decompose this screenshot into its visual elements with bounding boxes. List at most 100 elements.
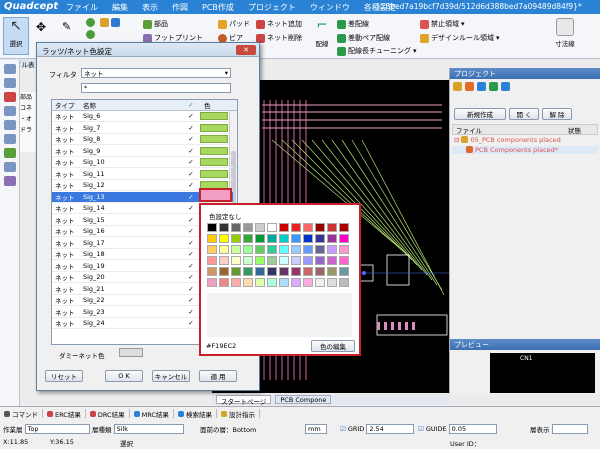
row-color-swatch[interactable] <box>200 112 228 120</box>
color-swatch[interactable] <box>291 245 301 254</box>
color-swatch[interactable] <box>327 245 337 254</box>
color-swatch[interactable] <box>267 223 277 232</box>
color-swatch[interactable] <box>255 245 265 254</box>
color-swatch[interactable] <box>327 278 337 287</box>
project-file-item[interactable]: PCB Components placed* <box>452 146 598 154</box>
row-check-icon[interactable]: ✓ <box>184 158 198 166</box>
color-swatch[interactable] <box>267 278 277 287</box>
row-check-icon[interactable]: ✓ <box>184 204 198 212</box>
color-swatch[interactable] <box>291 256 301 265</box>
net-add-button[interactable]: ネット追加 <box>256 19 302 29</box>
dummy-net-color[interactable] <box>119 348 143 357</box>
color-swatch[interactable] <box>231 245 241 254</box>
row-check-icon[interactable]: ✓ <box>184 124 198 132</box>
parts-button[interactable]: 部品 <box>143 19 168 29</box>
menu-file[interactable]: ファイル <box>66 2 98 13</box>
tab-command[interactable]: コマンド <box>0 409 43 419</box>
release-button[interactable]: 解 除 <box>542 108 572 120</box>
color-swatch[interactable] <box>243 256 253 265</box>
guide-input[interactable]: 0.05 <box>448 424 497 434</box>
tool-icon[interactable] <box>3 64 16 74</box>
row-check-icon[interactable]: ✓ <box>184 170 198 178</box>
collapse-icon[interactable]: ⊟ <box>454 136 459 144</box>
row-check-icon[interactable]: ✓ <box>184 273 198 281</box>
row-check-icon[interactable]: ✓ <box>184 239 198 247</box>
color-swatch[interactable] <box>219 245 229 254</box>
color-swatch[interactable] <box>243 223 253 232</box>
unit-select[interactable]: mm <box>305 424 327 434</box>
prohibit-area-button[interactable]: 禁止領域 ▾ <box>420 19 465 29</box>
row-color-swatch[interactable] <box>200 169 228 178</box>
strip-parts[interactable]: 部品 <box>20 92 36 103</box>
color-swatch[interactable] <box>219 267 229 276</box>
selected-color-cell[interactable] <box>199 188 232 202</box>
color-swatch[interactable] <box>315 245 325 254</box>
color-swatch[interactable] <box>315 267 325 276</box>
row-color-swatch[interactable] <box>200 135 228 143</box>
tab-pcb[interactable]: PCB Compone <box>275 395 332 404</box>
color-swatch[interactable] <box>279 278 289 287</box>
color-swatch[interactable] <box>219 256 229 265</box>
edit-color-button[interactable]: 色の編集 <box>311 340 355 352</box>
color-swatch[interactable] <box>291 278 301 287</box>
project-icon[interactable] <box>501 82 510 91</box>
table-row[interactable]: ネット Sig_7 ✓ <box>52 123 233 134</box>
row-check-icon[interactable]: ✓ <box>184 250 198 258</box>
table-row[interactable]: ネット Sig_9 ✓ <box>52 146 233 157</box>
color-swatch[interactable] <box>279 256 289 265</box>
menu-view[interactable]: 表示 <box>142 2 158 13</box>
tab-search[interactable]: 検索結果 <box>174 409 217 419</box>
color-swatch[interactable] <box>339 223 349 232</box>
grid-input[interactable]: 2.54 <box>366 424 415 434</box>
pcb-icon[interactable] <box>465 82 474 91</box>
color-swatch[interactable] <box>255 223 265 232</box>
ok-button[interactable]: O K <box>105 370 143 382</box>
row-check-icon[interactable]: ✓ <box>184 181 198 189</box>
dimension-button[interactable]: 寸法線 <box>550 18 580 48</box>
color-swatch[interactable] <box>207 234 217 243</box>
table-row[interactable]: ネット Sig_11 ✓ <box>52 169 233 180</box>
strip-connectors[interactable]: コネ <box>20 103 36 114</box>
color-swatch[interactable] <box>267 245 277 254</box>
row-check-icon[interactable]: ✓ <box>184 308 198 316</box>
color-swatch[interactable] <box>243 267 253 276</box>
tool-icon[interactable] <box>3 106 16 116</box>
cancel-button[interactable]: キャンセル <box>152 370 190 382</box>
color-swatch[interactable] <box>255 267 265 276</box>
line-button[interactable]: ✎ <box>62 20 71 33</box>
color-swatch[interactable] <box>207 223 217 232</box>
color-swatch[interactable] <box>207 256 217 265</box>
tool-icon[interactable] <box>3 92 16 102</box>
row-check-icon[interactable]: ✓ <box>184 112 198 120</box>
color-swatch[interactable] <box>339 245 349 254</box>
apply-button[interactable]: 適 用 <box>199 370 237 382</box>
color-swatch[interactable] <box>315 223 325 232</box>
row-check-icon[interactable]: ✓ <box>184 216 198 224</box>
color-swatch[interactable] <box>279 245 289 254</box>
color-swatch[interactable] <box>267 234 277 243</box>
design-rule-button[interactable]: デザインルール領域 ▾ <box>420 33 500 43</box>
check-all-icon[interactable]: ✓ <box>184 101 198 109</box>
color-swatch[interactable] <box>231 234 241 243</box>
diff-pair-button[interactable]: 差動ペア配線 <box>337 33 390 43</box>
tool-icon[interactable] <box>3 148 16 158</box>
row-color-swatch[interactable] <box>200 146 228 155</box>
color-swatch[interactable] <box>207 278 217 287</box>
select-button[interactable]: ↖ 選択 <box>3 17 29 55</box>
color-swatch[interactable] <box>267 256 277 265</box>
tool-icon[interactable] <box>3 162 16 172</box>
library-icon[interactable] <box>489 82 498 91</box>
color-swatch[interactable] <box>327 234 337 243</box>
tab-mrc[interactable]: MRC結果 <box>130 409 174 419</box>
menu-edit[interactable]: 編集 <box>112 2 128 13</box>
circle-button[interactable] <box>86 18 95 27</box>
row-check-icon[interactable]: ✓ <box>184 227 198 235</box>
wiring-button[interactable]: ⌐ 配線 <box>312 18 332 48</box>
color-swatch[interactable] <box>279 267 289 276</box>
layer-display-input[interactable] <box>551 424 588 434</box>
auto-wiring-button[interactable]: 差配線 <box>337 19 369 29</box>
layer-type-select[interactable]: Silk <box>113 424 184 434</box>
project-item[interactable]: ⊟ 05_PCB components placed <box>454 136 561 144</box>
table-row[interactable]: ネット Sig_8 ✓ <box>52 134 233 145</box>
color-swatch[interactable] <box>243 278 253 287</box>
